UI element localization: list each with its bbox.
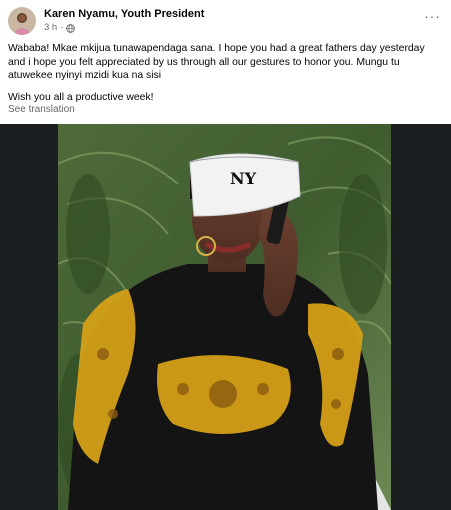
cap-logo: NY [230, 169, 257, 188]
post-time-row: 3 h · [44, 21, 204, 35]
more-options-icon[interactable]: ··· [424, 8, 441, 24]
facebook-post: Karen Nyamu, Youth President 3 h · ··· W… [0, 0, 451, 510]
see-translation-link[interactable]: See translation [8, 104, 75, 115]
post-header: Karen Nyamu, Youth President 3 h · [8, 5, 443, 37]
post-paragraph: Wababa! Mkae mkijua tunawapendaga sana. … [8, 43, 425, 81]
post-photo[interactable]: NY [58, 124, 391, 510]
post-text: Wababa! Mkae mkijua tunawapendaga sana. … [8, 42, 440, 112]
author-name[interactable]: Karen Nyamu, Youth President [44, 8, 204, 21]
post-time[interactable]: 3 h [44, 21, 57, 35]
separator-dot: · [60, 22, 64, 33]
post-paragraph: Wish you all a productive week! [8, 91, 154, 103]
globe-icon [66, 23, 76, 33]
avatar[interactable] [8, 7, 36, 35]
post-photo-frame: NY [0, 124, 451, 510]
post-meta: Karen Nyamu, Youth President 3 h · [44, 5, 204, 35]
